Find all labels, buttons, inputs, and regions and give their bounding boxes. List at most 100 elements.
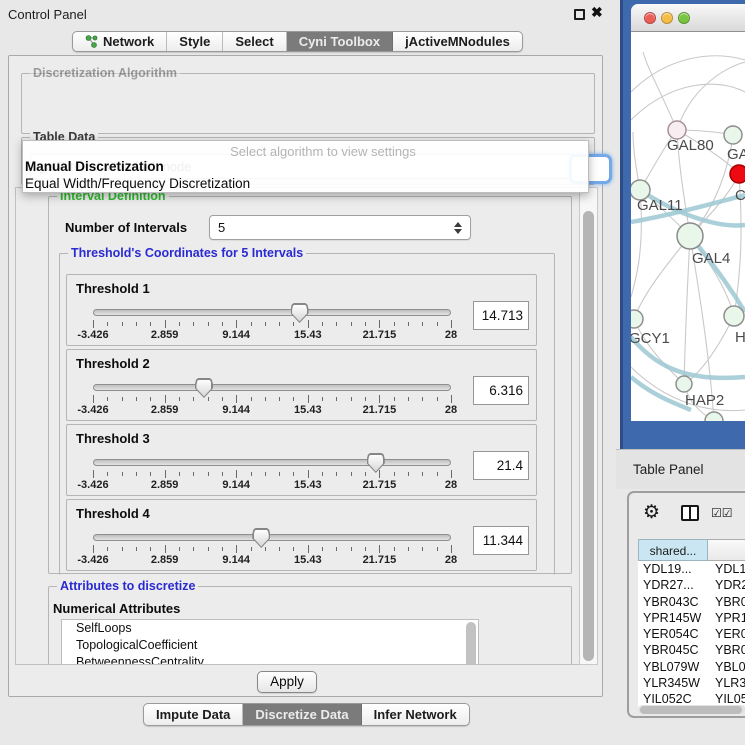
network-node[interactable] xyxy=(677,223,703,249)
minimize-traffic-light[interactable] xyxy=(661,12,673,24)
tick-mark xyxy=(408,397,409,401)
table-row[interactable]: YDR27...YDR27 xyxy=(638,577,745,593)
tab-cyni-toolbox[interactable]: Cyni Toolbox xyxy=(287,32,393,51)
list-item[interactable]: BetweennessCentrality xyxy=(62,654,478,665)
stepper-icon[interactable] xyxy=(454,222,462,234)
table-row[interactable]: YBL079WYBL079W xyxy=(638,659,745,675)
discretization-algorithm-group: Discretization Algorithm xyxy=(21,73,595,134)
tick-mark xyxy=(251,547,252,551)
scale-label: 9.144 xyxy=(222,554,250,566)
tab-style[interactable]: Style xyxy=(167,32,223,51)
network-node[interactable] xyxy=(724,306,744,326)
tab-network[interactable]: Network xyxy=(73,32,167,51)
network-node[interactable] xyxy=(676,376,692,392)
network-node[interactable] xyxy=(705,412,723,421)
column-header-shared-name[interactable]: shared... xyxy=(638,539,708,561)
close-traffic-light[interactable] xyxy=(644,12,656,24)
zoom-traffic-light[interactable] xyxy=(678,12,690,24)
threshold-label: Threshold 3 xyxy=(76,431,150,446)
list-item[interactable]: SelfLoops xyxy=(62,620,478,637)
network-edge[interactable] xyxy=(634,319,684,384)
slider-ticks xyxy=(93,545,451,554)
network-edge[interactable] xyxy=(677,62,745,130)
tick-mark xyxy=(365,547,366,551)
network-graph: GAL80GACGAL11GAL4GCY1HHAP2 xyxy=(631,32,745,421)
node-label: GAL80 xyxy=(667,137,714,154)
tick-mark xyxy=(193,322,194,326)
table-row[interactable]: YER054CYER054C xyxy=(638,626,745,642)
slider-track[interactable] xyxy=(93,534,451,541)
tick-mark xyxy=(107,472,108,476)
num-intervals-combobox[interactable]: 5 xyxy=(209,215,471,240)
tab-infer-network[interactable]: Infer Network xyxy=(362,704,469,725)
numerical-attributes-list[interactable]: SelfLoopsTopologicalCoefficientBetweenne… xyxy=(61,619,479,665)
threshold-value-field[interactable]: 14.713 xyxy=(473,301,529,330)
tick-mark xyxy=(179,547,180,551)
tick-mark xyxy=(279,322,280,326)
split-columns-icon[interactable] xyxy=(681,505,699,521)
tick-mark xyxy=(394,397,395,401)
network-edge[interactable] xyxy=(634,236,690,319)
network-view-canvas[interactable]: GAL80GACGAL11GAL4GCY1HHAP2 xyxy=(631,32,745,421)
network-edge[interactable] xyxy=(690,236,745,312)
tab-select[interactable]: Select xyxy=(223,32,286,51)
table-row[interactable]: YLR345WYLR345W xyxy=(638,675,745,691)
tab-jactivemnodules[interactable]: jActiveMNodules xyxy=(393,32,522,51)
scale-label: 21.715 xyxy=(363,404,397,416)
tab-impute-data[interactable]: Impute Data xyxy=(144,704,243,725)
select-columns-icon[interactable]: ☑☑ xyxy=(711,506,733,520)
network-node[interactable] xyxy=(730,165,745,183)
network-edge[interactable] xyxy=(684,236,690,384)
threshold-label: Threshold 2 xyxy=(76,356,150,371)
threshold-value-field[interactable]: 6.316 xyxy=(473,376,529,405)
cell-shared-name: YDL19... xyxy=(638,561,708,577)
table-row[interactable]: YDL19...YDL19 xyxy=(638,561,745,577)
threshold-value-field[interactable]: 11.344 xyxy=(473,526,529,555)
float-window-icon[interactable] xyxy=(574,9,585,20)
tick-mark xyxy=(293,547,294,551)
tick-mark xyxy=(408,322,409,326)
slider-track[interactable] xyxy=(93,384,451,391)
network-node[interactable] xyxy=(631,310,643,328)
column-header-name[interactable]: name xyxy=(708,539,745,561)
table-row[interactable]: YBR043CYBR043C xyxy=(638,594,745,610)
apply-button[interactable]: Apply xyxy=(257,671,317,693)
dropdown-option-equal-width[interactable]: Equal Width/Frequency Discretization xyxy=(25,176,250,191)
settings-scrollbar[interactable] xyxy=(579,187,598,665)
scale-label: 9.144 xyxy=(222,329,250,341)
tick-mark xyxy=(351,472,352,476)
node-label: HAP2 xyxy=(685,392,724,409)
table-row[interactable]: YPR145WYPR145W xyxy=(638,610,745,626)
table-horizontal-scrollbar[interactable] xyxy=(638,705,745,714)
list-scrollbar[interactable] xyxy=(466,622,476,665)
tick-mark xyxy=(165,470,166,478)
tick-mark xyxy=(451,320,452,328)
table-row[interactable]: YBR045CYBR045C xyxy=(638,642,745,658)
network-node[interactable] xyxy=(724,126,742,144)
tick-mark xyxy=(365,397,366,401)
tick-mark xyxy=(308,320,309,328)
gear-icon[interactable]: ⚙ xyxy=(643,501,660,524)
table-panel-titlebar: Table Panel xyxy=(616,449,745,489)
tick-mark xyxy=(308,395,309,403)
network-edge[interactable] xyxy=(631,84,745,120)
slider-track[interactable] xyxy=(93,459,451,466)
node-label: GA xyxy=(727,146,745,163)
tick-mark xyxy=(422,547,423,551)
scale-label: 15.43 xyxy=(294,404,322,416)
scrollbar-thumb[interactable] xyxy=(583,211,594,661)
slider-ticks xyxy=(93,470,451,479)
settings-scroll-viewport: Interval Definition Number of Intervals … xyxy=(15,187,579,665)
list-item[interactable]: TopologicalCoefficient xyxy=(62,637,478,654)
tick-mark xyxy=(365,472,366,476)
network-edge[interactable] xyxy=(643,52,677,130)
network-window-titlebar[interactable] xyxy=(631,4,745,32)
tick-mark xyxy=(150,547,151,551)
close-icon[interactable]: ✖ xyxy=(591,4,603,21)
tick-mark xyxy=(279,397,280,401)
dropdown-option-manual[interactable]: Manual Discretization xyxy=(25,159,164,174)
tab-discretize-data[interactable]: Discretize Data xyxy=(243,704,361,725)
threshold-value-field[interactable]: 21.4 xyxy=(473,451,529,480)
control-panel-tabs: Network Style Select Cyni Toolbox jActiv… xyxy=(72,31,523,52)
slider-track[interactable] xyxy=(93,309,451,316)
